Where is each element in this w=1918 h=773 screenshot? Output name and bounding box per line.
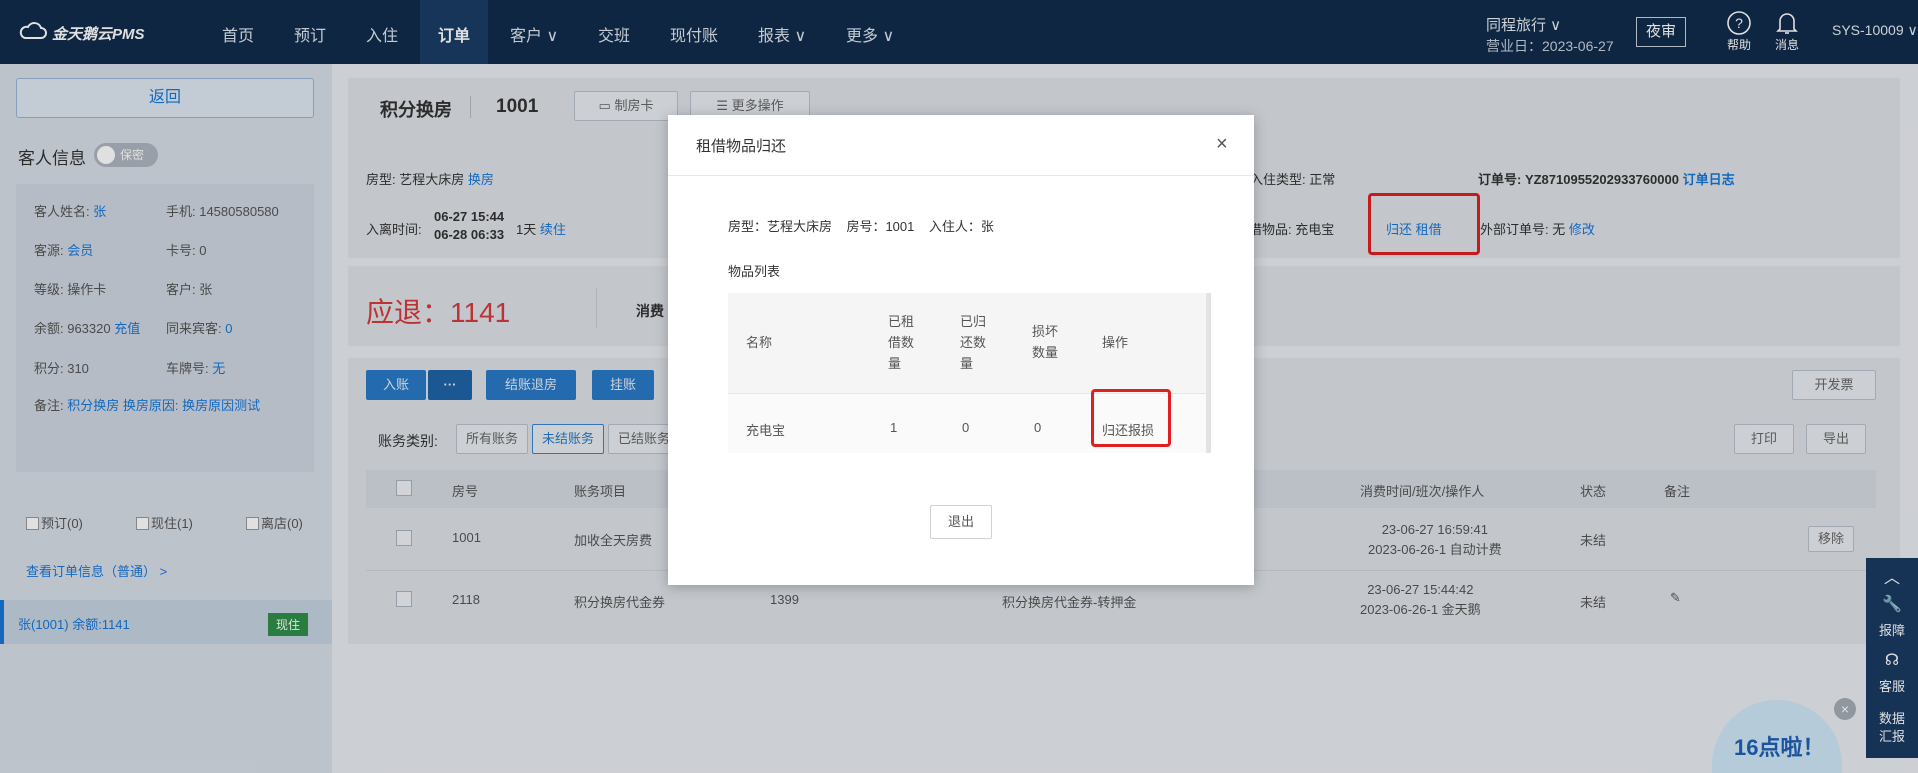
dialog-info: 房型：艺程大床房 房号：1001 入住人：张 [728,219,994,234]
items-list-label: 物品列表 [728,264,781,279]
col-name: 名称 [746,335,773,350]
item-rented: 1 [890,420,898,435]
item-damaged: 0 [1034,420,1042,435]
col-damaged: 损坏数量 [1032,324,1059,360]
table-scrollbar[interactable] [1206,293,1211,453]
col-action: 操作 [1102,335,1129,350]
rental-return-dialog: 租借物品归还 × 房型：艺程大床房 房号：1001 入住人：张 物品列表 名称 … [668,115,1254,585]
close-icon[interactable]: × [1216,133,1228,156]
item-name: 充电宝 [746,423,786,438]
dialog-title: 租借物品归还 [696,138,787,155]
exit-button[interactable]: 退出 [930,505,992,539]
dialog-divider [668,175,1254,176]
item-returned: 0 [962,420,970,435]
items-table: 名称 已租借数量 已归还数量 损坏数量 操作 充电宝 1 0 0 归还报损 [728,293,1211,453]
highlight-box [1091,389,1171,447]
col-returned: 已归还数量 [960,314,987,371]
col-rented: 已租借数量 [888,314,915,371]
